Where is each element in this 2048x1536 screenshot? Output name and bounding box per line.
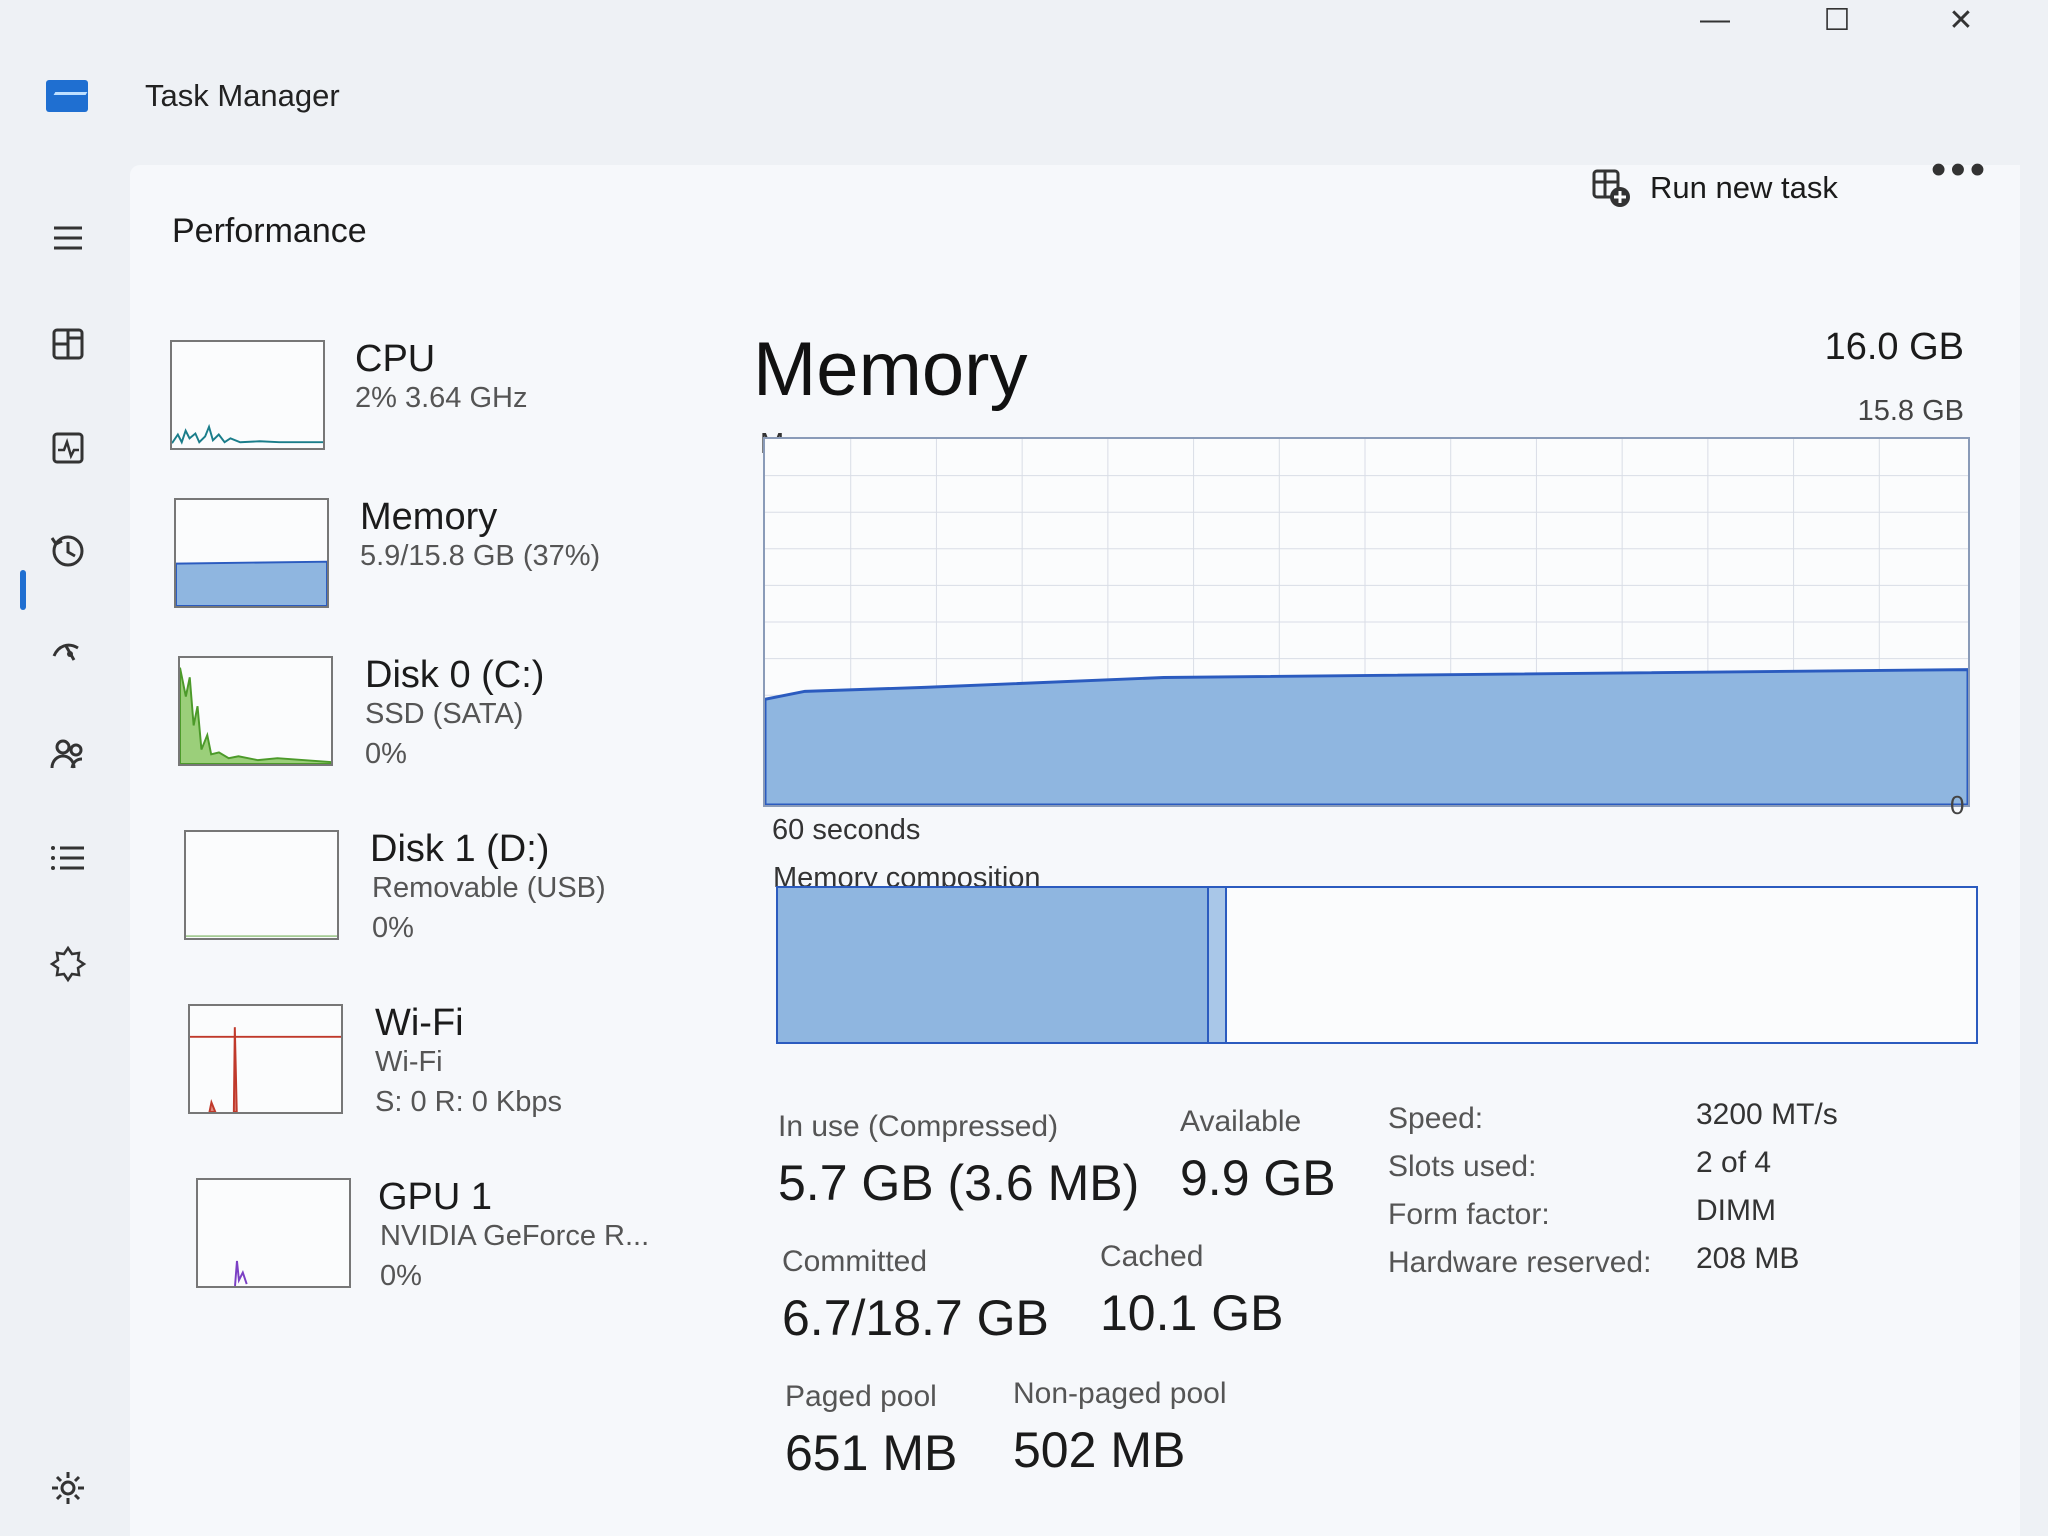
perf-item-value: S: 0 R: 0 Kbps: [375, 1086, 562, 1118]
run-new-task-icon: [1592, 169, 1630, 207]
prop-form-factor-label: Form factor:: [1388, 1198, 1550, 1231]
close-button[interactable]: ✕: [1930, 0, 1992, 40]
composition-in-use-segment: [778, 888, 1210, 1042]
memory-usage-graph: [763, 437, 1970, 807]
perf-item-detail: Wi-Fi: [375, 1046, 443, 1078]
title-bar[interactable]: Task Manager — ☐ ✕: [0, 0, 2048, 150]
prop-form-factor-value: DIMM: [1696, 1194, 1776, 1227]
perf-item-detail: 5.9/15.8 GB (37%): [360, 540, 601, 572]
perf-item-disk-1[interactable]: Disk 1 (D:) Removable (USB) 0%: [160, 820, 720, 960]
detail-title: Memory: [753, 327, 1028, 412]
task-manager-window: Task Manager — ☐ ✕ Performance Run new t…: [0, 0, 2048, 1536]
prop-slots-value: 2 of 4: [1696, 1146, 1772, 1179]
cpu-thumbnail-graph: [170, 340, 325, 450]
perf-item-value: 0%: [372, 912, 414, 944]
perf-item-name: Memory: [360, 496, 498, 538]
disk-1-thumbnail-graph: [184, 830, 339, 940]
time-axis-label: 60 seconds: [772, 814, 921, 846]
settings-icon[interactable]: [40, 1460, 96, 1516]
disk-0-thumbnail-graph: [178, 656, 333, 766]
paged-pool-value: 651 MB: [785, 1425, 958, 1481]
run-new-task-button[interactable]: Run new task: [1590, 165, 1838, 211]
memory-composition-bar: [776, 886, 1978, 1044]
stat-paged-pool: Paged pool 651 MB: [785, 1380, 957, 1482]
perf-item-cpu[interactable]: CPU 2% 3.64 GHz: [160, 330, 720, 470]
services-icon[interactable]: [40, 936, 96, 992]
gpu-1-thumbnail-graph: [196, 1178, 351, 1288]
active-nav-indicator: [20, 570, 26, 610]
available-value: 9.9 GB: [1180, 1150, 1336, 1206]
perf-item-detail: Removable (USB): [372, 872, 606, 904]
startup-apps-icon[interactable]: [40, 624, 96, 680]
usage-max-value: 15.8 GB: [1857, 395, 1964, 427]
nonpaged-pool-label: Non-paged pool: [1013, 1377, 1227, 1410]
in-use-value: 5.7 GB (3.6 MB): [778, 1155, 1140, 1211]
perf-item-name: Disk 1 (D:): [370, 828, 550, 870]
perf-item-detail: 2% 3.64 GHz: [355, 382, 528, 414]
nonpaged-pool-value: 502 MB: [1013, 1422, 1186, 1478]
stat-cached: Cached 10.1 GB: [1100, 1240, 1283, 1342]
perf-item-name: Wi-Fi: [375, 1002, 464, 1044]
available-label: Available: [1180, 1105, 1302, 1138]
details-icon[interactable]: [40, 830, 96, 886]
stat-in-use: In use (Compressed) 5.7 GB (3.6 MB): [778, 1110, 1139, 1212]
perf-item-name: CPU: [355, 338, 436, 380]
more-options-button[interactable]: •••: [1930, 148, 1990, 201]
prop-hw-reserved-value: 208 MB: [1696, 1242, 1800, 1275]
run-new-task-label: Run new task: [1650, 170, 1838, 205]
task-manager-app-icon: [46, 80, 88, 112]
prop-slots-label: Slots used:: [1388, 1150, 1537, 1183]
perf-item-memory[interactable]: Memory 5.9/15.8 GB (37%): [160, 488, 720, 628]
minimize-button[interactable]: —: [1684, 0, 1746, 40]
users-icon[interactable]: [40, 726, 96, 782]
processes-icon[interactable]: [40, 316, 96, 372]
prop-speed-value: 3200 MT/s: [1696, 1098, 1838, 1131]
prop-hw-reserved-label: Hardware reserved:: [1388, 1246, 1652, 1279]
perf-item-wifi[interactable]: Wi-Fi Wi-Fi S: 0 R: 0 Kbps: [160, 994, 720, 1134]
usage-axis-zero: 0: [1950, 790, 1965, 820]
perf-item-detail: NVIDIA GeForce R...: [380, 1220, 650, 1252]
maximize-button[interactable]: ☐: [1806, 0, 1868, 40]
memory-total: 16.0 GB: [1824, 326, 1964, 368]
in-use-label: In use (Compressed): [778, 1110, 1059, 1143]
stat-available: Available 9.9 GB: [1180, 1105, 1336, 1207]
navigation-rail: [0, 150, 130, 1536]
app-title: Task Manager: [145, 78, 340, 113]
cached-label: Cached: [1100, 1240, 1204, 1273]
memory-thumbnail-graph: [174, 498, 329, 608]
stat-nonpaged-pool: Non-paged pool 502 MB: [1013, 1377, 1227, 1479]
perf-item-value: 0%: [380, 1260, 422, 1292]
committed-label: Committed: [782, 1245, 928, 1278]
committed-value: 6.7/18.7 GB: [782, 1290, 1049, 1346]
page-title: Performance: [172, 212, 367, 250]
stat-committed: Committed 6.7/18.7 GB: [782, 1245, 1049, 1347]
app-history-icon[interactable]: [40, 522, 96, 578]
perf-item-detail: SSD (SATA): [365, 698, 524, 730]
prop-speed-label: Speed:: [1388, 1102, 1484, 1135]
perf-item-value: 0%: [365, 738, 407, 770]
perf-item-name: Disk 0 (C:): [365, 654, 545, 696]
cached-value: 10.1 GB: [1100, 1285, 1284, 1341]
performance-icon[interactable]: [40, 420, 96, 476]
memory-usage-area: [765, 668, 1968, 805]
paged-pool-label: Paged pool: [785, 1380, 937, 1413]
hamburger-menu-icon[interactable]: [40, 210, 96, 266]
wifi-thumbnail-graph: [188, 1004, 343, 1114]
perf-item-gpu-1[interactable]: GPU 1 NVIDIA GeForce R... 0%: [160, 1168, 720, 1308]
perf-item-disk-0[interactable]: Disk 0 (C:) SSD (SATA) 0%: [160, 646, 720, 786]
composition-modified-segment: [1209, 888, 1228, 1042]
perf-item-name: GPU 1: [378, 1176, 493, 1218]
